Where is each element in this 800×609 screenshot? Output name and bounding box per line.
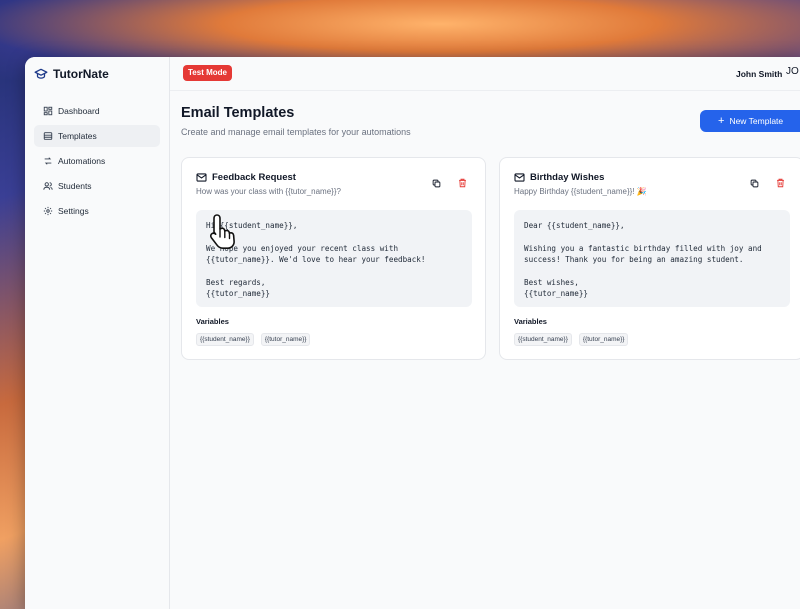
trash-icon[interactable] (776, 178, 785, 188)
templates-icon (43, 132, 53, 140)
variables-label: Variables (514, 317, 547, 326)
sidebar-item-label: Automations (58, 156, 106, 166)
plus-icon: + (718, 115, 725, 127)
page-subtitle: Create and manage email templates for yo… (181, 127, 411, 137)
sidebar-item-label: Templates (58, 131, 97, 141)
new-template-button[interactable]: + New Template (700, 110, 800, 132)
trash-icon[interactable] (458, 178, 467, 188)
card-title-text: Birthday Wishes (530, 172, 605, 183)
brand: TutorNate (25, 57, 169, 91)
card-title-text: Feedback Request (212, 172, 296, 183)
template-card-feedback: Feedback Request How was your class with… (181, 157, 486, 360)
sidebar-item-label: Settings (58, 206, 89, 216)
template-body: Dear {{student_name}}, Wishing you a fan… (514, 210, 790, 307)
app-name: TutorNate (53, 67, 109, 81)
mail-icon (196, 173, 207, 182)
graduation-cap-icon (34, 68, 48, 79)
variable-tag: {{tutor_name}} (578, 333, 629, 346)
card-title: Birthday Wishes (514, 172, 604, 183)
app-window: TutorNate Dashboard Templates Automation… (25, 57, 800, 609)
sidebar-item-templates[interactable]: Templates (34, 125, 160, 147)
sidebar-item-students[interactable]: Students (34, 175, 160, 197)
sidebar-item-label: Dashboard (58, 106, 100, 116)
variable-tag: {{student_name}} (196, 333, 254, 346)
variables-label: Variables (196, 317, 229, 326)
sidebar-item-automations[interactable]: Automations (34, 150, 160, 172)
sidebar-nav: Dashboard Templates Automations Students… (25, 100, 169, 222)
topbar: Test Mode John Smith JO (170, 57, 800, 91)
mail-icon (514, 173, 525, 182)
sidebar: TutorNate Dashboard Templates Automation… (25, 57, 170, 609)
variable-tag: {{tutor_name}} (260, 333, 311, 346)
sidebar-item-settings[interactable]: Settings (34, 200, 160, 222)
main-content: Email Templates Create and manage email … (170, 91, 800, 609)
users-icon (43, 182, 53, 190)
sidebar-item-label: Students (58, 181, 92, 191)
template-card-birthday: Birthday Wishes Happy Birthday {{student… (499, 157, 800, 360)
copy-icon[interactable] (750, 179, 759, 188)
dashboard-icon (43, 106, 53, 116)
hand-pointer-icon (209, 214, 235, 249)
variables-list: {{student_name}} {{tutor_name}} (196, 333, 311, 346)
variable-tag: {{student_name}} (514, 333, 572, 346)
page-title: Email Templates (181, 105, 295, 121)
card-subject: How was your class with {{tutor_name}}? (196, 187, 341, 196)
sidebar-item-dashboard[interactable]: Dashboard (34, 100, 160, 122)
avatar[interactable]: JO (786, 66, 799, 77)
variables-list: {{student_name}} {{tutor_name}} (514, 333, 629, 346)
user-name[interactable]: John Smith (736, 69, 782, 79)
copy-icon[interactable] (432, 179, 441, 188)
gear-icon (43, 206, 53, 216)
card-subject: Happy Birthday {{student_name}}! 🎉 (514, 187, 647, 196)
new-template-label: New Template (729, 116, 784, 126)
card-title: Feedback Request (196, 172, 296, 183)
test-mode-badge: Test Mode (183, 65, 232, 81)
automations-icon (44, 157, 52, 165)
